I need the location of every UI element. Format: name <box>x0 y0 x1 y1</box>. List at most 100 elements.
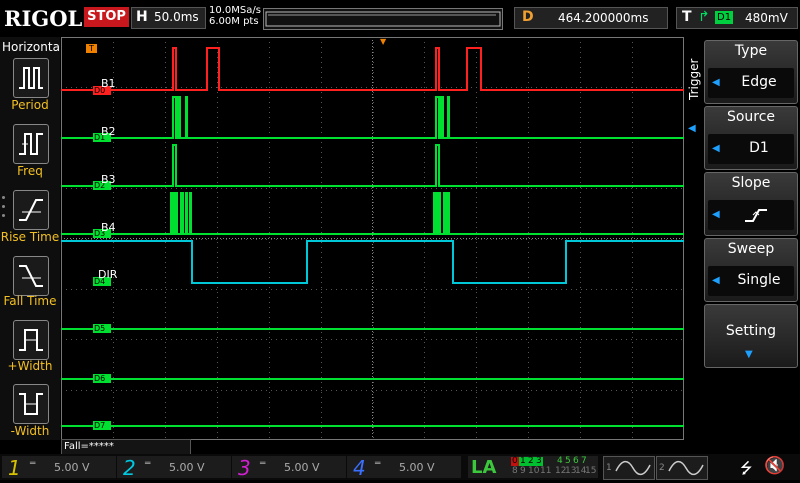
channel-3-scale: 5.00 V <box>284 461 320 474</box>
period-label: Period <box>11 98 49 112</box>
period-icon <box>19 67 43 89</box>
channel-2-tab[interactable]: 2 ═ 5.00 V <box>117 456 231 480</box>
generator-1-number: 1 <box>606 463 612 473</box>
channel-4-number: 4 <box>353 456 366 480</box>
selector-arrow-icon: ◀ <box>712 143 720 154</box>
freq-button[interactable] <box>13 124 49 164</box>
logic-analyzer-label: LA <box>471 457 497 478</box>
channel-3-number: 3 <box>238 456 251 480</box>
la-bit: 4 <box>557 456 563 466</box>
frequency-icon <box>19 133 43 155</box>
generator-2-button[interactable]: 2 <box>656 456 708 480</box>
speaker-muted-icon[interactable]: 🔇 <box>764 456 785 476</box>
usb-icon: ⭍ <box>740 459 753 477</box>
trigger-setting-softkey[interactable]: Setting ▼ <box>704 304 798 368</box>
trigger-sweep-value-box: ◀ Single <box>708 266 794 296</box>
trigger-type-softkey[interactable]: Type ◀ Edge <box>704 40 798 104</box>
la-bit: 5 <box>565 456 571 466</box>
fall-time-label: Fall Time <box>3 294 57 308</box>
trace-d0 <box>61 47 684 91</box>
dc-coupling-icon: ═ <box>260 459 266 469</box>
trigger-type-value: Edge <box>741 74 777 90</box>
selector-arrow-icon: ◀ <box>712 275 720 286</box>
negative-width-icon <box>19 393 43 415</box>
waveform-display[interactable] <box>61 37 684 440</box>
timebase-letter: H <box>136 9 148 25</box>
channel-label-b3: B3 <box>101 173 116 186</box>
freq-label: Freq <box>17 164 43 178</box>
rise-time-button[interactable] <box>13 190 49 230</box>
trigger-type-title: Type <box>734 43 768 59</box>
la-bit: 2 <box>527 456 535 466</box>
channel-label-dir: DIR <box>98 268 118 281</box>
timebase-value: 50.0ms <box>154 10 199 24</box>
la-bit: 6 <box>573 456 579 466</box>
measurement-status: Fall=***** <box>61 439 191 455</box>
submenu-arrow-icon: ▼ <box>745 349 753 360</box>
rising-edge-icon: ↱ <box>698 9 710 25</box>
channel-label-b2: B2 <box>101 125 116 138</box>
run-state-badge[interactable]: STOP <box>84 7 129 27</box>
la-bit: 7 <box>581 456 587 466</box>
timebase-box[interactable]: H 50.0ms <box>131 7 206 29</box>
dc-coupling-icon: ═ <box>30 459 36 469</box>
horizontal-menu-title: Horizontal <box>2 40 64 54</box>
generator-2-number: 2 <box>659 463 665 473</box>
la-bit: 11 <box>540 466 552 476</box>
channel-1-tab[interactable]: 1 ═ 5.00 V <box>2 456 116 480</box>
trigger-source-value: D1 <box>749 140 769 156</box>
trigger-sweep-softkey[interactable]: Sweep ◀ Single <box>704 238 798 302</box>
channel-1-scale: 5.00 V <box>54 461 90 474</box>
channel-4-scale: 5.00 V <box>399 461 435 474</box>
trigger-sweep-value: Single <box>737 272 781 288</box>
trigger-menu-title: Trigger <box>687 58 701 100</box>
delay-value: 464.200000ms <box>558 11 649 25</box>
memory-overview-bar[interactable] <box>263 8 503 30</box>
positive-width-button[interactable] <box>13 320 49 360</box>
rise-time-icon <box>19 199 43 221</box>
channel-1-number: 1 <box>8 456 21 480</box>
sine-wave-icon <box>668 460 704 476</box>
negative-width-label: -Width <box>10 424 50 438</box>
trigger-source-value-box: ◀ D1 <box>708 134 794 164</box>
positive-width-icon <box>19 329 43 351</box>
rise-time-label: Rise Time <box>0 230 60 244</box>
trigger-setting-title: Setting <box>725 323 777 339</box>
sine-wave-icon <box>615 460 651 476</box>
dc-coupling-icon: ═ <box>145 459 151 469</box>
la-bit: 3 <box>535 456 543 466</box>
trigger-letter: T <box>682 9 692 25</box>
la-bit: 0 <box>511 456 519 466</box>
sample-rate: 10.0MSa/s <box>209 5 261 16</box>
la-bit: 9 <box>520 466 526 476</box>
trigger-source-softkey[interactable]: Source ◀ D1 <box>704 106 798 170</box>
trigger-slope-softkey[interactable]: Slope ◀ <box>704 172 798 236</box>
rising-edge-icon <box>745 209 767 222</box>
generator-1-button[interactable]: 1 <box>603 456 655 480</box>
fall-time-button[interactable] <box>13 256 49 296</box>
channel-3-tab[interactable]: 3 ═ 5.00 V <box>232 456 346 480</box>
channel-4-tab[interactable]: 4 ═ 5.00 V <box>347 456 461 480</box>
trigger-source-badge: D1 <box>715 11 734 24</box>
channel-2-number: 2 <box>123 456 136 480</box>
positive-width-label: +Width <box>7 359 53 373</box>
trigger-position-marker[interactable]: T <box>86 44 97 53</box>
la-bit: 8 <box>512 466 518 476</box>
menu-back-arrow-icon[interactable]: ◀ <box>688 123 696 134</box>
trigger-sweep-title: Sweep <box>727 241 775 257</box>
trigger-slope-title: Slope <box>731 175 771 191</box>
waveform-canvas <box>61 37 684 440</box>
delay-letter: D <box>522 9 534 25</box>
channel-marker-d7[interactable]: D7 <box>93 421 111 430</box>
selector-arrow-icon: ◀ <box>712 209 720 220</box>
memory-overview-wave <box>265 11 501 27</box>
period-button[interactable] <box>13 58 49 98</box>
dc-coupling-icon: ═ <box>375 459 381 469</box>
channel-marker-d5[interactable]: D5 <box>93 324 111 333</box>
trigger-time-arrow-icon[interactable]: ▼ <box>380 37 386 46</box>
menu-page-indicator <box>2 196 6 223</box>
fall-time-icon <box>19 265 43 287</box>
negative-width-button[interactable] <box>13 384 49 424</box>
trigger-type-value-box: ◀ Edge <box>708 68 794 98</box>
channel-marker-d6[interactable]: D6 <box>93 374 111 383</box>
